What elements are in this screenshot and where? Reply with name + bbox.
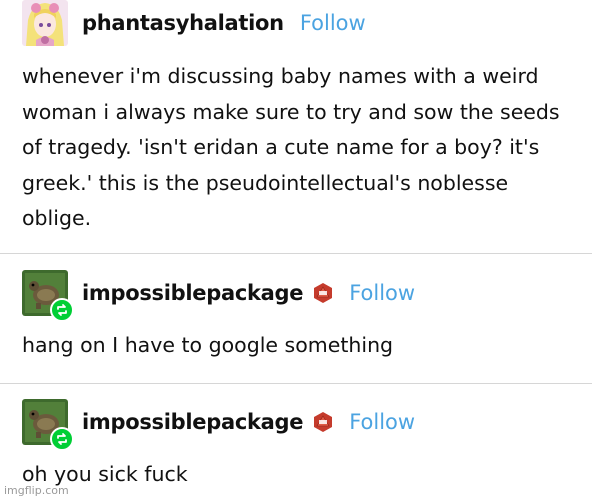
reblog-post: impossiblepackage Follow oh you sick fuc… <box>0 384 592 500</box>
follow-button[interactable]: Follow <box>349 410 415 434</box>
watermark: imgflip.com <box>4 484 69 497</box>
post-header: phantasyhalation Follow <box>22 0 366 46</box>
post-body-text: whenever i'm discussing baby names with … <box>22 64 560 230</box>
reblog-body-text: oh you sick fuck <box>22 462 188 486</box>
avatar[interactable] <box>22 270 74 322</box>
reblog-post: impossiblepackage Follow hang on I have … <box>0 254 592 384</box>
reblog-username[interactable]: impossiblepackage <box>82 281 303 305</box>
d20-dice-icon <box>314 412 333 432</box>
anime-avatar-icon <box>22 0 68 46</box>
follow-button[interactable]: Follow <box>349 281 415 305</box>
reblog-header: impossiblepackage Follow <box>22 270 415 322</box>
avatar[interactable] <box>22 399 74 451</box>
post-username[interactable]: phantasyhalation <box>82 11 284 35</box>
d20-dice-icon <box>314 283 333 303</box>
reblog-username[interactable]: impossiblepackage <box>82 410 303 434</box>
reblog-icon <box>50 298 74 322</box>
avatar[interactable] <box>22 0 68 46</box>
original-post: phantasyhalation Follow whenever i'm dis… <box>0 0 592 255</box>
reblog-body-text: hang on I have to google something <box>22 333 394 357</box>
follow-button[interactable]: Follow <box>300 11 366 35</box>
reblog-header: impossiblepackage Follow <box>22 399 415 451</box>
reblog-icon <box>50 427 74 451</box>
